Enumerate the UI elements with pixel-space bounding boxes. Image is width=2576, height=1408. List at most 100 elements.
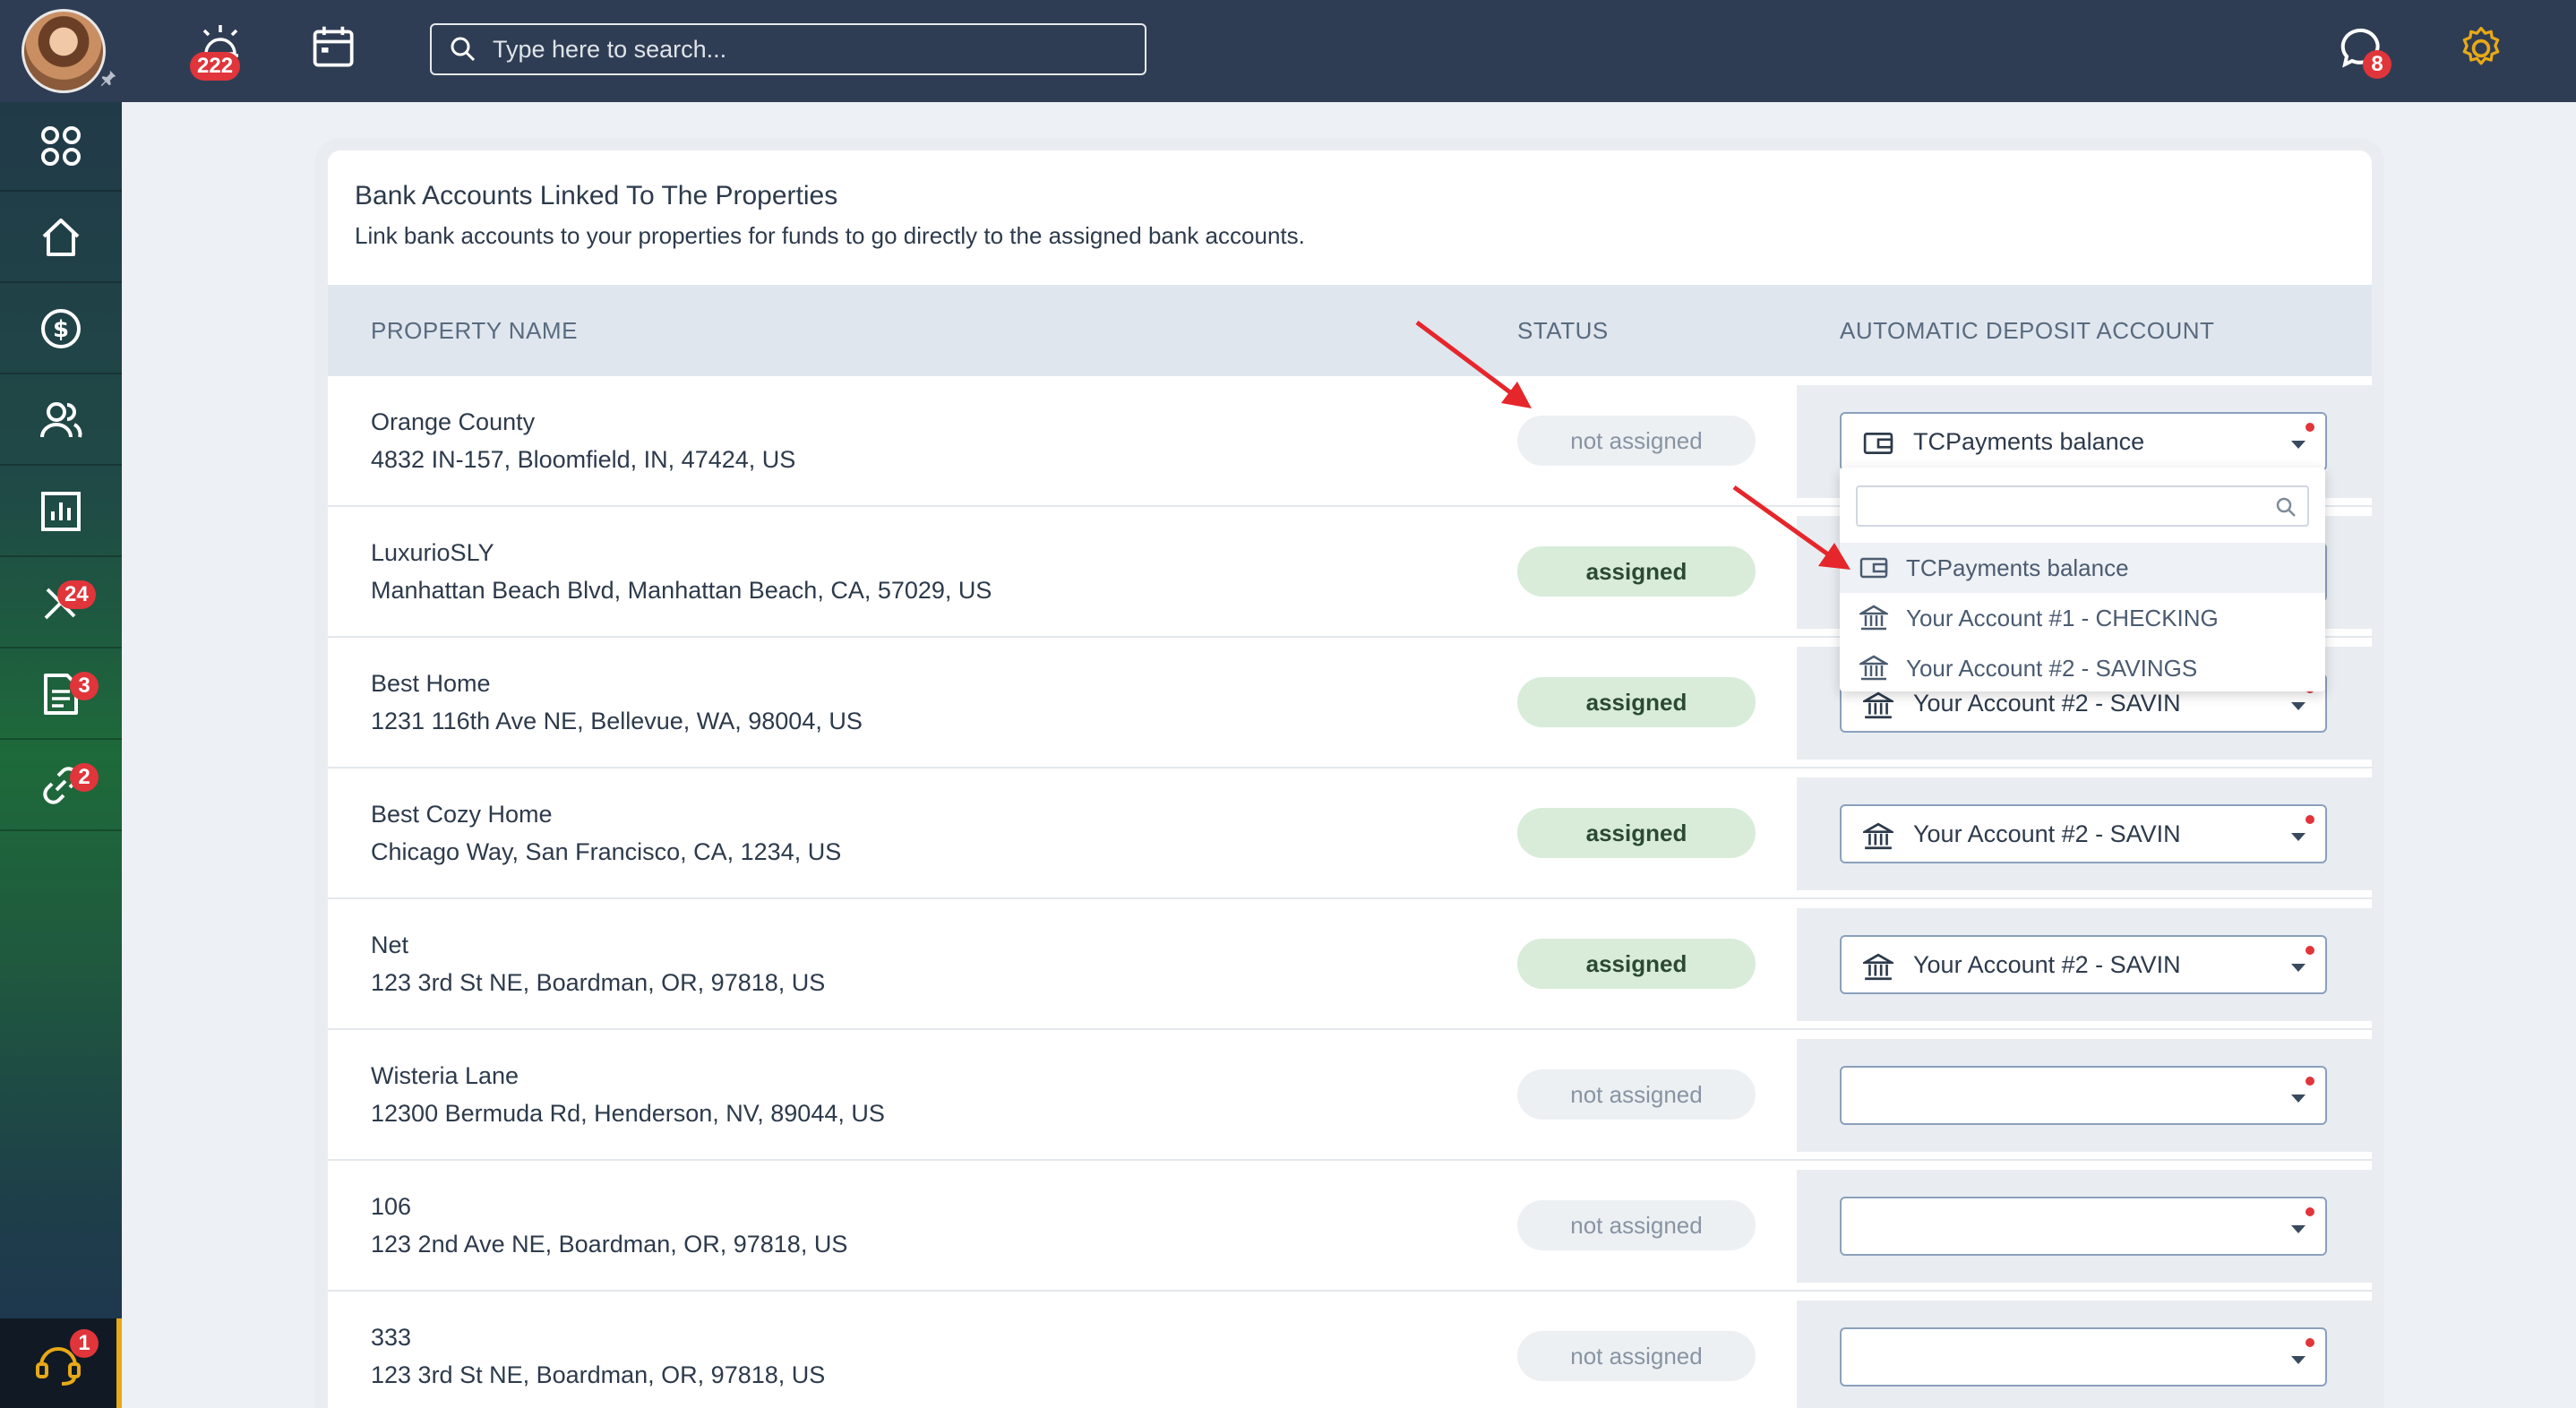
table-row: Best Cozy Home Chicago Way, San Francisc… (328, 768, 2372, 899)
deposit-account-select[interactable] (1840, 1066, 2327, 1125)
links-badge: 2 (70, 763, 99, 792)
home-icon (42, 219, 80, 256)
status-badge: assigned (1517, 808, 1756, 858)
bank-accounts-card: Bank Accounts Linked To The Properties L… (328, 150, 2372, 1408)
property-address: Chicago Way, San Francisco, CA, 1234, US (371, 838, 842, 865)
search-icon (451, 37, 476, 62)
dropdown-option-checking[interactable]: Your Account #1 - CHECKING (1840, 593, 2325, 643)
table-header: PROPERTY NAME STATUS AUTOMATIC DEPOSIT A… (328, 285, 2372, 376)
property-address: 123 3rd St NE, Boardman, OR, 97818, US (371, 1361, 826, 1388)
status-badge: assigned (1517, 546, 1756, 597)
dollar-icon: $ (41, 309, 81, 348)
wallet-icon (1859, 557, 1888, 579)
deposit-account-cell (1797, 1039, 2372, 1152)
bank-icon (1859, 605, 1888, 631)
property-address: Manhattan Beach Blvd, Manhattan Beach, C… (371, 577, 992, 604)
top-bar: 222 8 (0, 0, 2576, 102)
annotation-arrow-status (1415, 321, 1532, 408)
deposit-account-cell (1797, 1170, 2372, 1283)
property-name: 333 (371, 1324, 412, 1351)
deposit-account-value: TCPayments balance (1913, 428, 2145, 455)
search-icon (2276, 497, 2296, 517)
deposit-account-select[interactable]: TCPayments balance (1840, 412, 2327, 471)
search-input[interactable] (493, 35, 1120, 64)
deposit-account-cell: Your Account #2 - SAVIN (1797, 777, 2372, 890)
header-property-name: PROPERTY NAME (371, 317, 578, 344)
status-badge: assigned (1517, 677, 1756, 727)
sidebar-item-documents[interactable]: 3 (0, 650, 122, 740)
sidebar-item-reports[interactable] (0, 468, 122, 557)
property-name: Best Cozy Home (371, 801, 553, 828)
required-dot (2306, 1338, 2314, 1347)
status-badge: not assigned (1517, 1200, 1756, 1250)
sidebar-item-home[interactable] (0, 193, 122, 283)
dropdown-option-tcpayments[interactable]: TCPayments balance (1840, 543, 2325, 593)
property-name: Orange County (371, 408, 536, 435)
chevron-down-icon (2291, 1356, 2306, 1364)
property-address: 4832 IN-157, Bloomfield, IN, 47424, US (371, 446, 796, 473)
deposit-account-select[interactable] (1840, 1197, 2327, 1256)
support-button[interactable]: 1 (0, 1318, 122, 1408)
property-address: 1231 116th Ave NE, Bellevue, WA, 98004, … (371, 708, 863, 734)
property-address: 123 3rd St NE, Boardman, OR, 97818, US (371, 969, 826, 996)
property-name: LuxurioSLY (371, 539, 494, 566)
required-dot (2306, 815, 2314, 824)
chevron-down-icon (2291, 964, 2306, 972)
notifications-button[interactable]: 222 (185, 21, 256, 84)
property-name: Net (371, 932, 409, 958)
status-badge: not assigned (1517, 1069, 1756, 1120)
pin-icon (100, 70, 116, 87)
required-dot (2306, 946, 2314, 955)
gear-icon[interactable] (2456, 23, 2506, 73)
sidebar-item-maintenance[interactable]: 24 (0, 559, 122, 648)
sidebar-item-users[interactable] (0, 376, 122, 466)
dropdown-option-savings[interactable]: Your Account #2 - SAVINGS (1840, 643, 2325, 693)
deposit-account-select[interactable] (1840, 1327, 2327, 1387)
table-row: Wisteria Lane 12300 Bermuda Rd, Henderso… (328, 1030, 2372, 1161)
status-badge: not assigned (1517, 1331, 1756, 1381)
required-dot (2306, 423, 2314, 432)
sidebar-item-payments[interactable]: $ (0, 285, 122, 374)
chevron-down-icon (2291, 441, 2306, 449)
chat-button[interactable]: 8 (2334, 23, 2406, 86)
bank-icon (1860, 822, 1896, 850)
apps-icon (41, 126, 81, 166)
required-dot (2306, 1077, 2314, 1086)
property-name: Wisteria Lane (371, 1062, 519, 1089)
chevron-down-icon (2291, 833, 2306, 841)
dropdown-search-input[interactable] (1856, 485, 2309, 527)
maintenance-badge: 24 (57, 580, 96, 609)
calendar-icon[interactable] (310, 23, 360, 73)
deposit-account-cell: Your Account #2 - SAVIN (1797, 908, 2372, 1021)
property-name: 106 (371, 1193, 412, 1220)
bank-icon (1860, 691, 1896, 719)
chat-badge: 8 (2363, 50, 2391, 79)
table-row: Net 123 3rd St NE, Boardman, OR, 97818, … (328, 899, 2372, 1030)
card-subtitle: Link bank accounts to your properties fo… (355, 222, 1305, 249)
bank-icon (1860, 953, 1896, 981)
property-address: 12300 Bermuda Rd, Henderson, NV, 89044, … (371, 1100, 885, 1127)
deposit-account-select[interactable]: Your Account #2 - SAVIN (1840, 935, 2327, 994)
chevron-down-icon (2291, 1095, 2306, 1103)
notifications-badge: 222 (190, 52, 241, 81)
sidebar-item-apps[interactable] (0, 102, 122, 192)
sidebar: $ 24 3 2 (0, 102, 122, 1408)
property-address: 123 2nd Ave NE, Boardman, OR, 97818, US (371, 1231, 848, 1258)
chart-icon (41, 492, 81, 531)
deposit-account-cell (1797, 1301, 2372, 1408)
chevron-down-icon (2291, 1225, 2306, 1233)
user-avatar[interactable] (21, 9, 106, 93)
deposit-account-value: Your Account #2 - SAVIN (1913, 690, 2181, 717)
deposit-account-dropdown: TCPayments balance Your Account #1 - CHE… (1840, 468, 2325, 691)
wallet-icon (1863, 433, 1893, 454)
required-dot (2306, 1207, 2314, 1216)
sidebar-item-links[interactable]: 2 (0, 742, 122, 831)
deposit-account-value: Your Account #2 - SAVIN (1913, 951, 2181, 978)
property-name: Best Home (371, 670, 491, 697)
search-bar[interactable] (430, 23, 1146, 75)
users-icon (40, 402, 82, 438)
deposit-account-select[interactable]: Your Account #2 - SAVIN (1840, 804, 2327, 863)
status-badge: not assigned (1517, 416, 1756, 466)
status-badge: assigned (1517, 939, 1756, 989)
documents-badge: 3 (70, 672, 99, 700)
